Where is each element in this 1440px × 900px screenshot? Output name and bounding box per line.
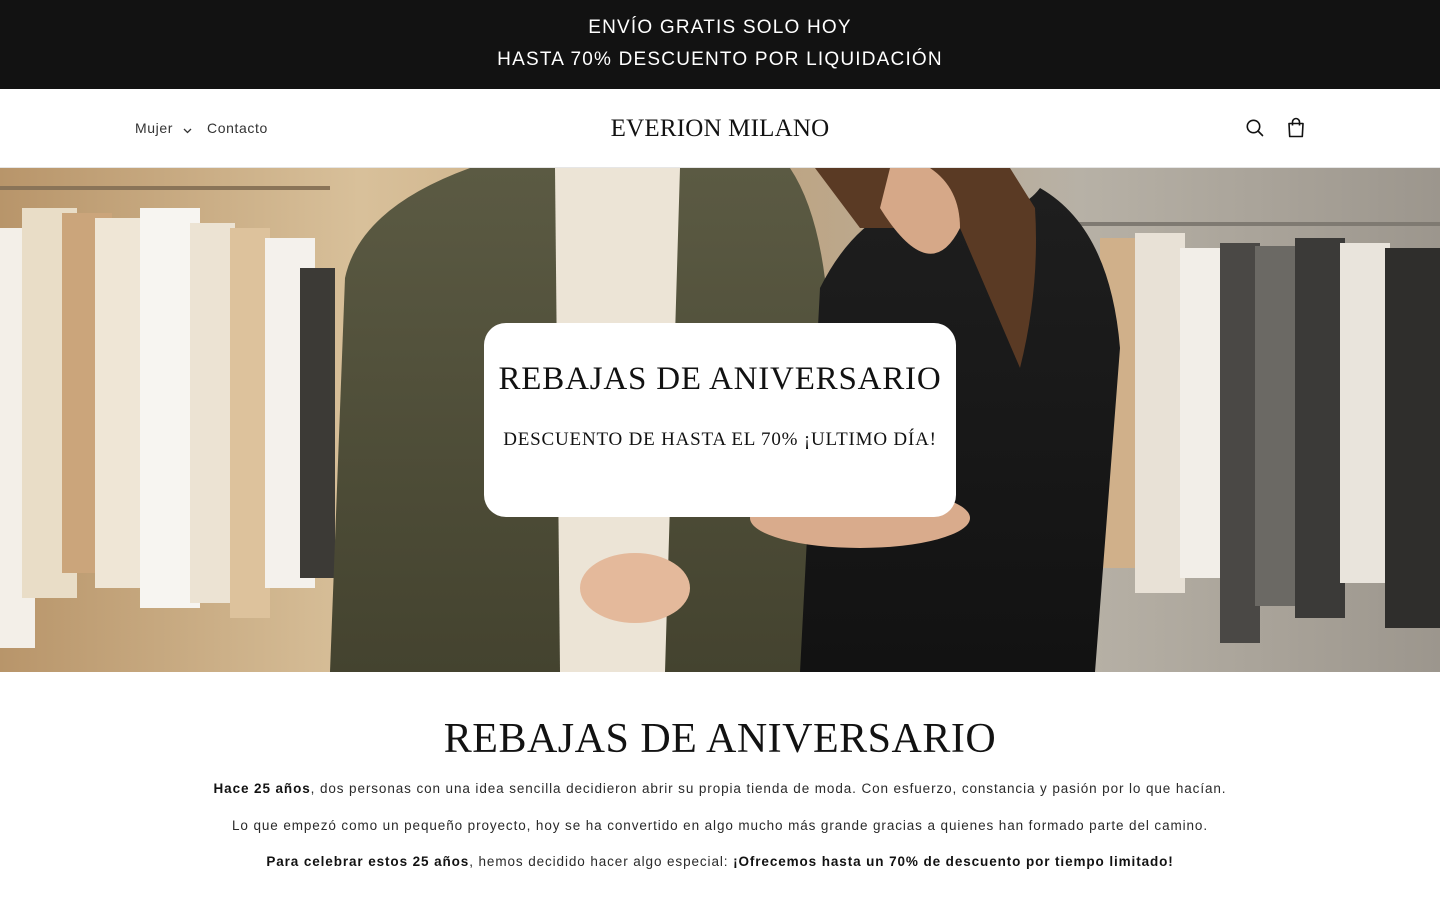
announcement-line-2: HASTA 70% DESCUENTO POR LIQUIDACIÓN (497, 49, 943, 70)
hero-subtitle: DESCUENTO DE HASTA EL 70% ¡ULTIMO DÍA! (503, 429, 937, 450)
search-icon (1242, 119, 1268, 145)
section-title: REBAJAS DE ANIVERSARIO (443, 716, 997, 762)
announcement-bar: ENVÍO GRATIS SOLO HOY HASTA 70% DESCUENT… (0, 0, 1440, 89)
paragraph-intro-text: , dos personas con una idea sencilla dec… (310, 781, 1227, 796)
paragraph-intro: Hace 25 años, dos personas con una idea … (0, 780, 1440, 798)
anniversary-section: REBAJAS DE ANIVERSARIO Hace 25 años, dos… (0, 672, 1440, 900)
hero-promo-card: REBAJAS DE ANIVERSARIO DESCUENTO DE HAST… (484, 323, 956, 517)
site-header: Mujer Contacto EVERION MILANO (0, 89, 1440, 168)
nav-item-mujer[interactable]: Mujer (135, 119, 192, 138)
brand-logo[interactable]: EVERION MILANO (570, 114, 870, 144)
announcement-line-1: ENVÍO GRATIS SOLO HOY (588, 17, 852, 38)
paragraph-offer-text: , hemos decidido hacer algo especial: (469, 854, 734, 869)
nav-item-mujer-label: Mujer (135, 120, 174, 136)
chevron-down-icon (183, 120, 192, 138)
nav-item-contacto[interactable]: Contacto (207, 119, 268, 137)
hero-banner: REBAJAS DE ANIVERSARIO DESCUENTO DE HAST… (0, 168, 1440, 672)
search-button[interactable] (1242, 115, 1268, 141)
paragraph-offer-bold: Para celebrar estos 25 años (266, 854, 470, 869)
cart-icon (1283, 117, 1309, 145)
paragraph-offer-highlight: ¡Ofrecemos hasta un 70% de descuento por… (733, 854, 1174, 869)
hero-title: REBAJAS DE ANIVERSARIO (498, 361, 942, 397)
paragraph-story: Lo que empezó como un pequeño proyecto, … (232, 818, 1208, 833)
paragraph-offer: Para celebrar estos 25 años, hemos decid… (0, 853, 1440, 871)
paragraph-intro-bold: Hace 25 años (213, 781, 311, 796)
cart-button[interactable] (1283, 115, 1309, 141)
